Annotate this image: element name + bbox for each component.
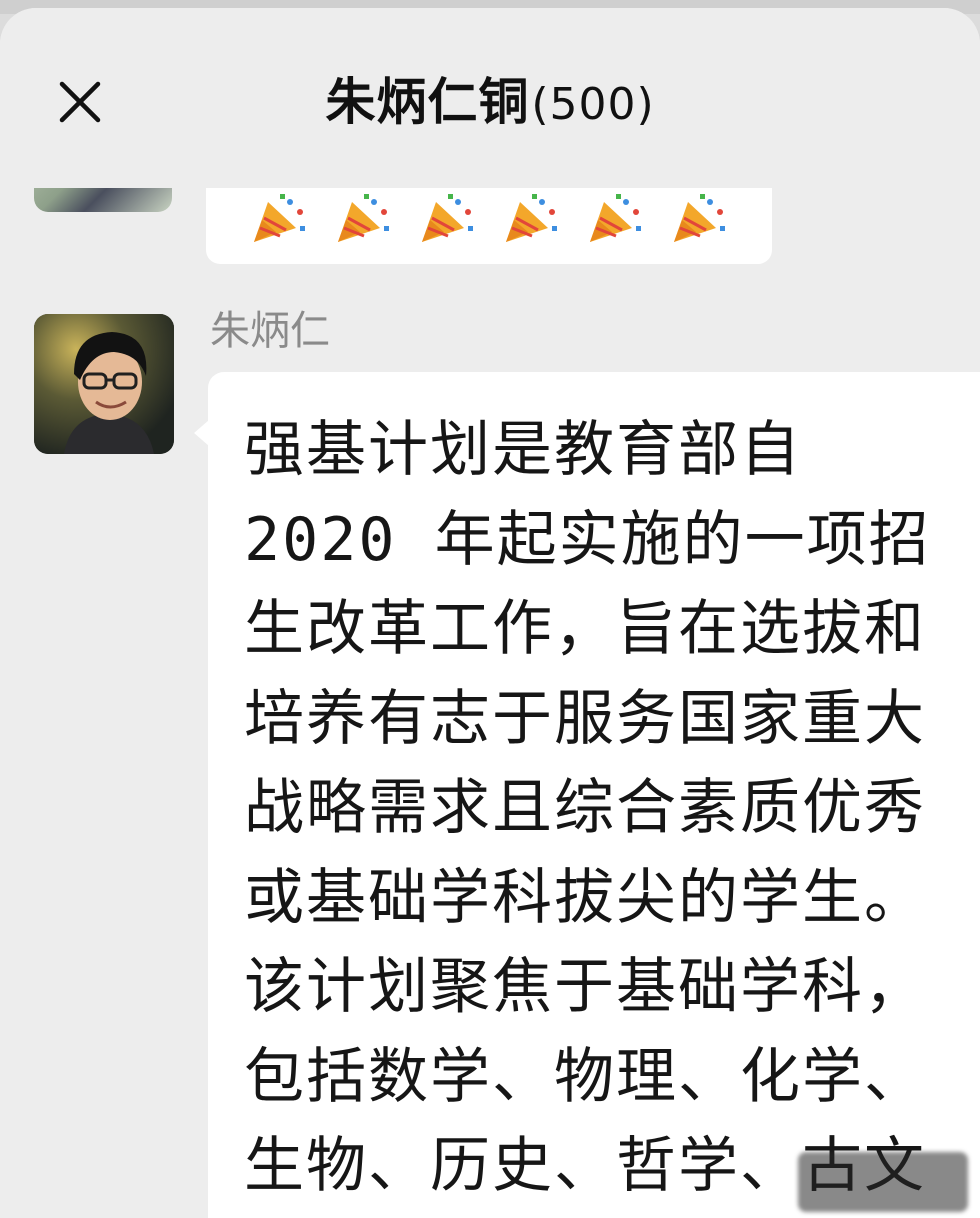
party-popper-icon [254,194,305,242]
chat-header: 朱炳仁铜(500) [0,8,980,188]
sender-name: 朱炳仁 [210,308,330,354]
message-line: 或基础学科拔尖的学生。 [244,862,926,933]
message-line: 培养有志于服务国家重大 [244,683,926,754]
avatar-photo-icon [34,314,174,454]
sender-avatar[interactable] [34,314,174,454]
party-popper-icon [338,194,389,242]
chat-window: 朱炳仁 强基计划是教育部自 2020 年起实施的一项招 生改革工作，旨在选拔和 … [0,8,980,1218]
bubble-tail [194,420,209,446]
message-line: 该计划聚焦于基础学科， [244,952,926,1022]
chat-title: 朱炳仁铜(500) [0,70,980,137]
message-line: 生改革工作，旨在选拔和 [244,594,926,664]
screenshot-frame: 朱炳仁 强基计划是教育部自 2020 年起实施的一项招 生改革工作，旨在选拔和 … [0,0,980,1218]
message-line: 强基计划是教育部自 [244,415,802,485]
member-count: (500) [531,79,655,130]
message-list[interactable]: 朱炳仁 强基计划是教育部自 2020 年起实施的一项招 生改革工作，旨在选拔和 … [0,8,980,1218]
message-line: 包括数学、物理、化学、 [244,1041,926,1112]
group-name: 朱炳仁铜 [325,73,530,131]
party-popper-icon [506,194,557,242]
emoji-row [250,192,728,244]
watermark-overlay [798,1152,968,1212]
party-popper-icon [590,194,641,242]
party-popper-icon [422,194,473,242]
party-popper-icon [674,194,725,242]
message-line: 2020 年起实施的一项招 [244,504,931,575]
message-line: 战略需求且综合素质优秀 [244,773,926,843]
message-text: 强基计划是教育部自 2020 年起实施的一项招 生改革工作，旨在选拔和 培养有志… [244,406,980,1212]
